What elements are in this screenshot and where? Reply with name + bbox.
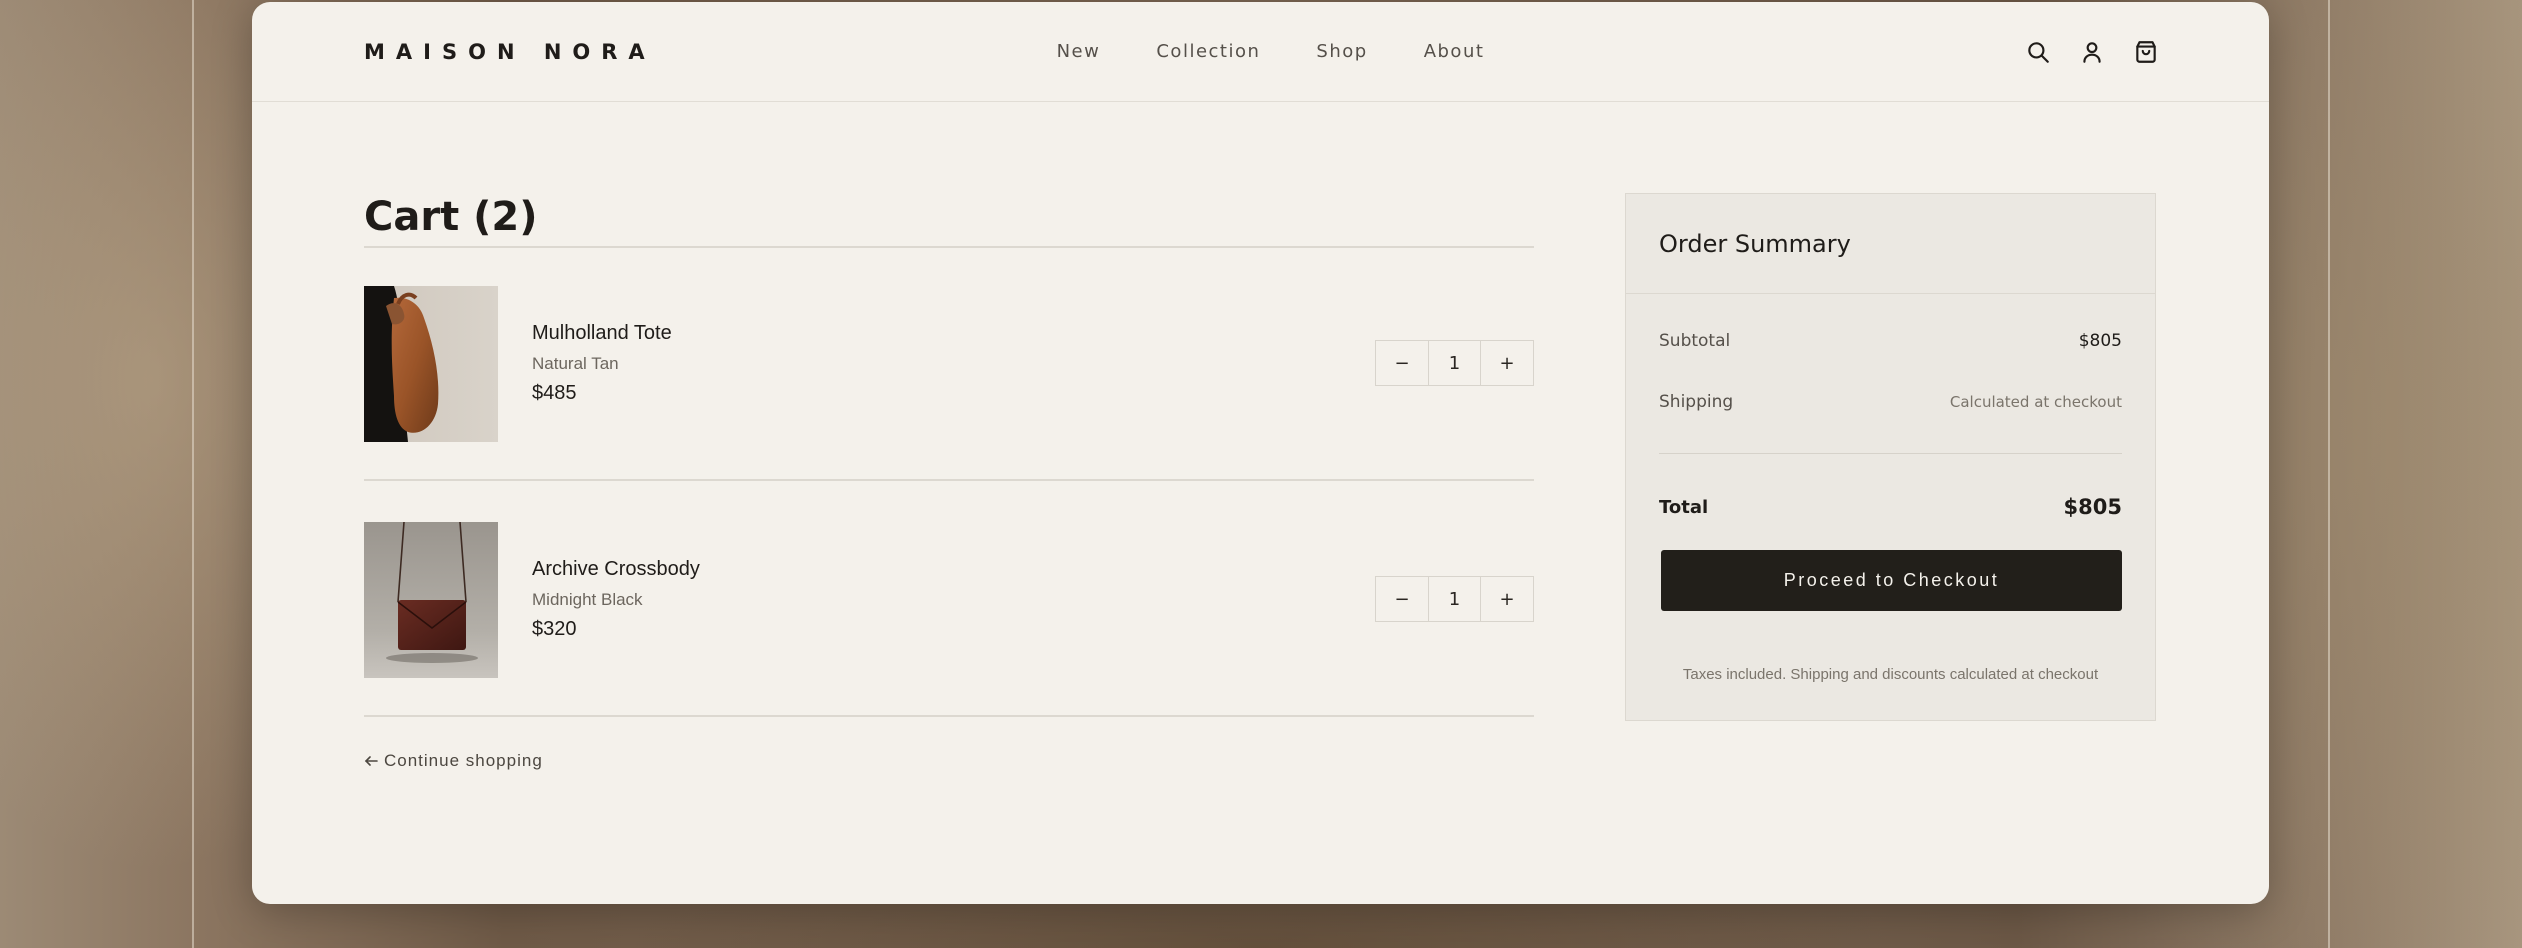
summary-header: Order Summary bbox=[1626, 194, 2155, 294]
backdrop-guide-right bbox=[2328, 0, 2330, 948]
quantity-stepper: − + bbox=[1375, 340, 1534, 386]
store-window: MAISON NORA New Collection Shop About Ca… bbox=[252, 2, 2269, 904]
total-label: Total bbox=[1659, 496, 1709, 518]
site-header: MAISON NORA New Collection Shop About bbox=[252, 2, 2269, 102]
tax-note: Taxes included. Shipping and discounts c… bbox=[1682, 666, 2099, 683]
shipping-label: Shipping bbox=[1659, 392, 1734, 412]
continue-shopping-link[interactable]: Continue shopping bbox=[364, 751, 543, 771]
shopping-bag-icon[interactable] bbox=[2133, 39, 2159, 65]
decrement-button[interactable]: − bbox=[1376, 341, 1428, 385]
quantity-stepper: − + bbox=[1375, 576, 1534, 622]
item-name[interactable]: Archive Crossbody bbox=[532, 558, 700, 581]
order-summary: Order Summary Subtotal $805 Shipping Cal… bbox=[1625, 193, 2156, 721]
search-icon[interactable] bbox=[2025, 39, 2051, 65]
subtotal-label: Subtotal bbox=[1659, 331, 1731, 351]
summary-divider bbox=[1659, 453, 2122, 454]
increment-button[interactable]: + bbox=[1481, 341, 1533, 385]
subtotal-value: $805 bbox=[2078, 331, 2122, 351]
proceed-to-checkout-button[interactable]: Proceed to Checkout bbox=[1661, 550, 2122, 611]
item-price: $485 bbox=[532, 382, 577, 404]
item-variant: Natural Tan bbox=[532, 354, 619, 373]
nav-item-collection[interactable]: Collection bbox=[1156, 41, 1260, 62]
shipping-row: Shipping Calculated at checkout bbox=[1659, 392, 2122, 412]
item-variant: Midnight Black bbox=[532, 590, 643, 609]
arrow-left-icon bbox=[364, 756, 378, 766]
subtotal-row: Subtotal $805 bbox=[1659, 331, 2122, 351]
divider bbox=[364, 715, 1534, 717]
quantity-input[interactable] bbox=[1428, 341, 1481, 385]
cart-item: Archive Crossbody Midnight Black $320 − … bbox=[364, 522, 1534, 682]
shipping-value: Calculated at checkout bbox=[1949, 393, 2122, 411]
decrement-button[interactable]: − bbox=[1376, 577, 1428, 621]
item-price: $320 bbox=[532, 618, 577, 640]
main-nav: New Collection Shop About bbox=[252, 41, 2269, 62]
increment-button[interactable]: + bbox=[1481, 577, 1533, 621]
item-name[interactable]: Mulholland Tote bbox=[532, 322, 672, 345]
divider bbox=[364, 246, 1534, 248]
summary-title: Order Summary bbox=[1659, 230, 1851, 258]
product-image-tote[interactable] bbox=[364, 286, 498, 442]
nav-item-about[interactable]: About bbox=[1424, 41, 1485, 62]
quantity-input[interactable] bbox=[1428, 577, 1481, 621]
total-row: Total $805 bbox=[1659, 495, 2122, 519]
continue-shopping-label: Continue shopping bbox=[384, 751, 543, 770]
backdrop-guide-left bbox=[192, 0, 194, 948]
nav-item-new[interactable]: New bbox=[1057, 41, 1101, 62]
divider bbox=[364, 479, 1534, 481]
cart-title: Cart (2) bbox=[364, 194, 538, 240]
cart-item: Mulholland Tote Natural Tan $485 − + bbox=[364, 286, 1534, 446]
total-value: $805 bbox=[2063, 495, 2122, 519]
header-actions bbox=[2025, 39, 2159, 65]
account-icon[interactable] bbox=[2079, 39, 2105, 65]
product-image-crossbody[interactable] bbox=[364, 522, 498, 678]
nav-item-shop[interactable]: Shop bbox=[1316, 41, 1367, 62]
